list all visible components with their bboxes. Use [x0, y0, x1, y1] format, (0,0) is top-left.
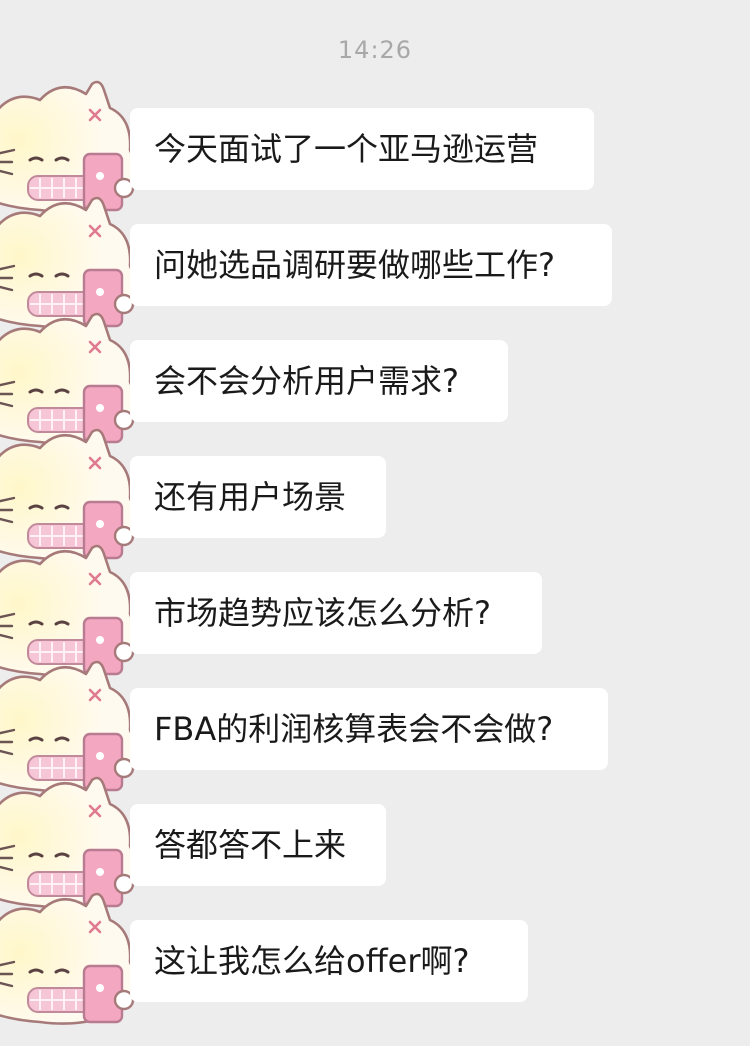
message-bubble[interactable]: 今天面试了一个亚马逊运营 — [130, 108, 594, 190]
message-bubble[interactable]: 会不会分析用户需求? — [130, 340, 508, 422]
kitten-avatar-icon[interactable] — [0, 892, 140, 1042]
message-bubble[interactable]: 答都答不上来 — [130, 804, 386, 886]
message-bubble[interactable]: 市场趋势应该怎么分析? — [130, 572, 542, 654]
message-timestamp: 14:26 — [337, 36, 413, 64]
message-bubble[interactable]: FBA的利润核算表会不会做? — [130, 688, 608, 770]
message-bubble[interactable]: 问她选品调研要做哪些工作? — [130, 224, 612, 306]
message-bubble[interactable]: 这让我怎么给offer啊? — [130, 920, 528, 1002]
message-row: 这让我怎么给offer啊? — [0, 892, 750, 1036]
message-bubble[interactable]: 还有用户场景 — [130, 456, 386, 538]
